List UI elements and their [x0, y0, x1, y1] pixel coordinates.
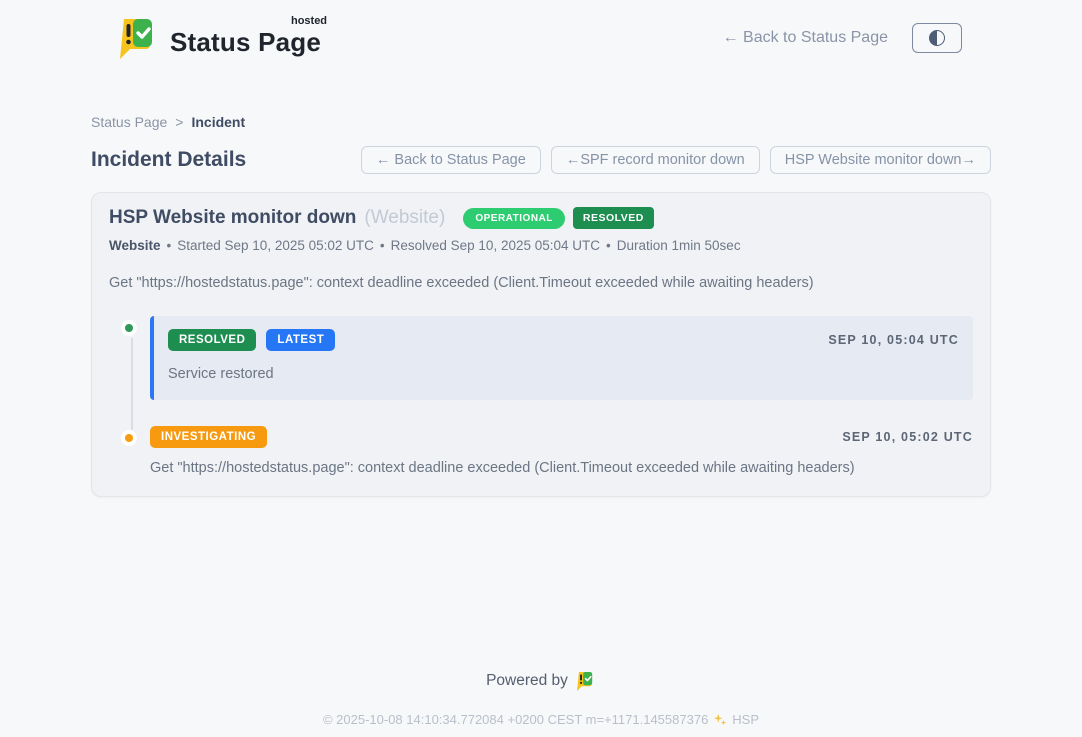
powered-by-label: Powered by: [486, 672, 568, 690]
timeline-timestamp: SEP 10, 05:04 UTC: [828, 333, 959, 347]
incident-card: HSP Website monitor down (Website) OPERA…: [91, 192, 991, 497]
brand-text: Status Page hosted: [170, 17, 321, 58]
brand-superscript: hosted: [291, 15, 327, 27]
operational-badge: OPERATIONAL: [463, 208, 565, 229]
timeline-message: Service restored: [168, 366, 959, 382]
meta-service: Website: [109, 238, 161, 253]
title-row: Incident Details ← Back to Status Page ←…: [91, 146, 991, 174]
incident-description: Get "https://hostedstatus.page": context…: [109, 275, 973, 291]
breadcrumb-separator: >: [175, 114, 183, 130]
powered-by: Powered by: [486, 671, 596, 691]
copyright-line: © 2025-10-08 14:10:34.772084 +0200 CEST …: [0, 712, 1082, 727]
resolved-badge: RESOLVED: [573, 207, 654, 229]
incident-timeline: RESOLVED LATEST SEP 10, 05:04 UTC Servic…: [109, 316, 973, 476]
incident-title-row: HSP Website monitor down (Website) OPERA…: [109, 207, 973, 229]
meta-resolved: Resolved Sep 10, 2025 05:04 UTC: [391, 238, 600, 253]
breadcrumb: Status Page > Incident: [91, 114, 991, 130]
page-title: Incident Details: [91, 148, 246, 172]
meta-separator: •: [606, 238, 611, 253]
header-right: ← Back to Status Page: [723, 23, 962, 53]
brand-name: Status Page: [170, 27, 321, 57]
meta-separator: •: [380, 238, 385, 253]
prev-incident-button[interactable]: ←SPF record monitor down: [551, 146, 760, 174]
meta-duration: Duration 1min 50sec: [617, 238, 741, 253]
incident-nav-buttons: ← Back to Status Page ←SPF record monito…: [361, 146, 991, 174]
latest-status-badge: LATEST: [266, 329, 335, 351]
timeline-plain-entry: INVESTIGATING SEP 10, 05:02 UTC Get "htt…: [150, 426, 973, 476]
statuspage-logo-icon: [120, 17, 160, 59]
incident-title: HSP Website monitor down: [109, 207, 356, 229]
meta-started: Started Sep 10, 2025 05:02 UTC: [177, 238, 374, 253]
breadcrumb-status-page[interactable]: Status Page: [91, 114, 167, 130]
investigating-status-badge: INVESTIGATING: [150, 426, 267, 448]
incident-scope: (Website): [364, 207, 445, 229]
copyright-text: © 2025-10-08 14:10:34.772084 +0200 CEST …: [323, 712, 708, 727]
timeline-entry-investigating: INVESTIGATING SEP 10, 05:02 UTC Get "htt…: [109, 426, 973, 476]
resolved-status-badge: RESOLVED: [168, 329, 256, 351]
next-incident-button[interactable]: HSP Website monitor down→: [770, 146, 991, 174]
timeline-entry-head: RESOLVED LATEST SEP 10, 05:04 UTC: [168, 329, 959, 351]
sparkles-icon: [713, 713, 727, 727]
back-to-status-page-button[interactable]: ← Back to Status Page: [361, 146, 541, 174]
timeline-panel-latest: RESOLVED LATEST SEP 10, 05:04 UTC Servic…: [150, 316, 973, 400]
breadcrumb-incident: Incident: [191, 114, 245, 130]
brand-logo[interactable]: Status Page hosted: [120, 17, 321, 59]
meta-separator: •: [167, 238, 172, 253]
back-to-status-page-link[interactable]: ← Back to Status Page: [723, 29, 888, 47]
timeline-badges: RESOLVED LATEST: [168, 329, 335, 351]
incident-meta: Website • Started Sep 10, 2025 05:02 UTC…: [109, 238, 973, 253]
theme-toggle-button[interactable]: [912, 23, 962, 53]
timeline-entry-head: INVESTIGATING SEP 10, 05:02 UTC: [150, 426, 973, 448]
footer: Powered by © 2025-10-08 14:10:34.772084 …: [0, 671, 1082, 727]
timeline-timestamp: SEP 10, 05:02 UTC: [842, 430, 973, 444]
header: Status Page hosted ← Back to Status Page: [0, 0, 1082, 62]
timeline-dot-orange: [121, 430, 137, 446]
timeline-message: Get "https://hostedstatus.page": context…: [150, 460, 973, 476]
contrast-icon: [929, 30, 945, 46]
statuspage-mini-logo-icon[interactable]: [577, 671, 596, 691]
copyright-brand: HSP: [732, 712, 759, 727]
main-content: Status Page > Incident Incident Details …: [91, 114, 991, 497]
timeline-dot-green: [121, 320, 137, 336]
timeline-badges: INVESTIGATING: [150, 426, 267, 448]
timeline-entry-resolved: RESOLVED LATEST SEP 10, 05:04 UTC Servic…: [109, 316, 973, 400]
